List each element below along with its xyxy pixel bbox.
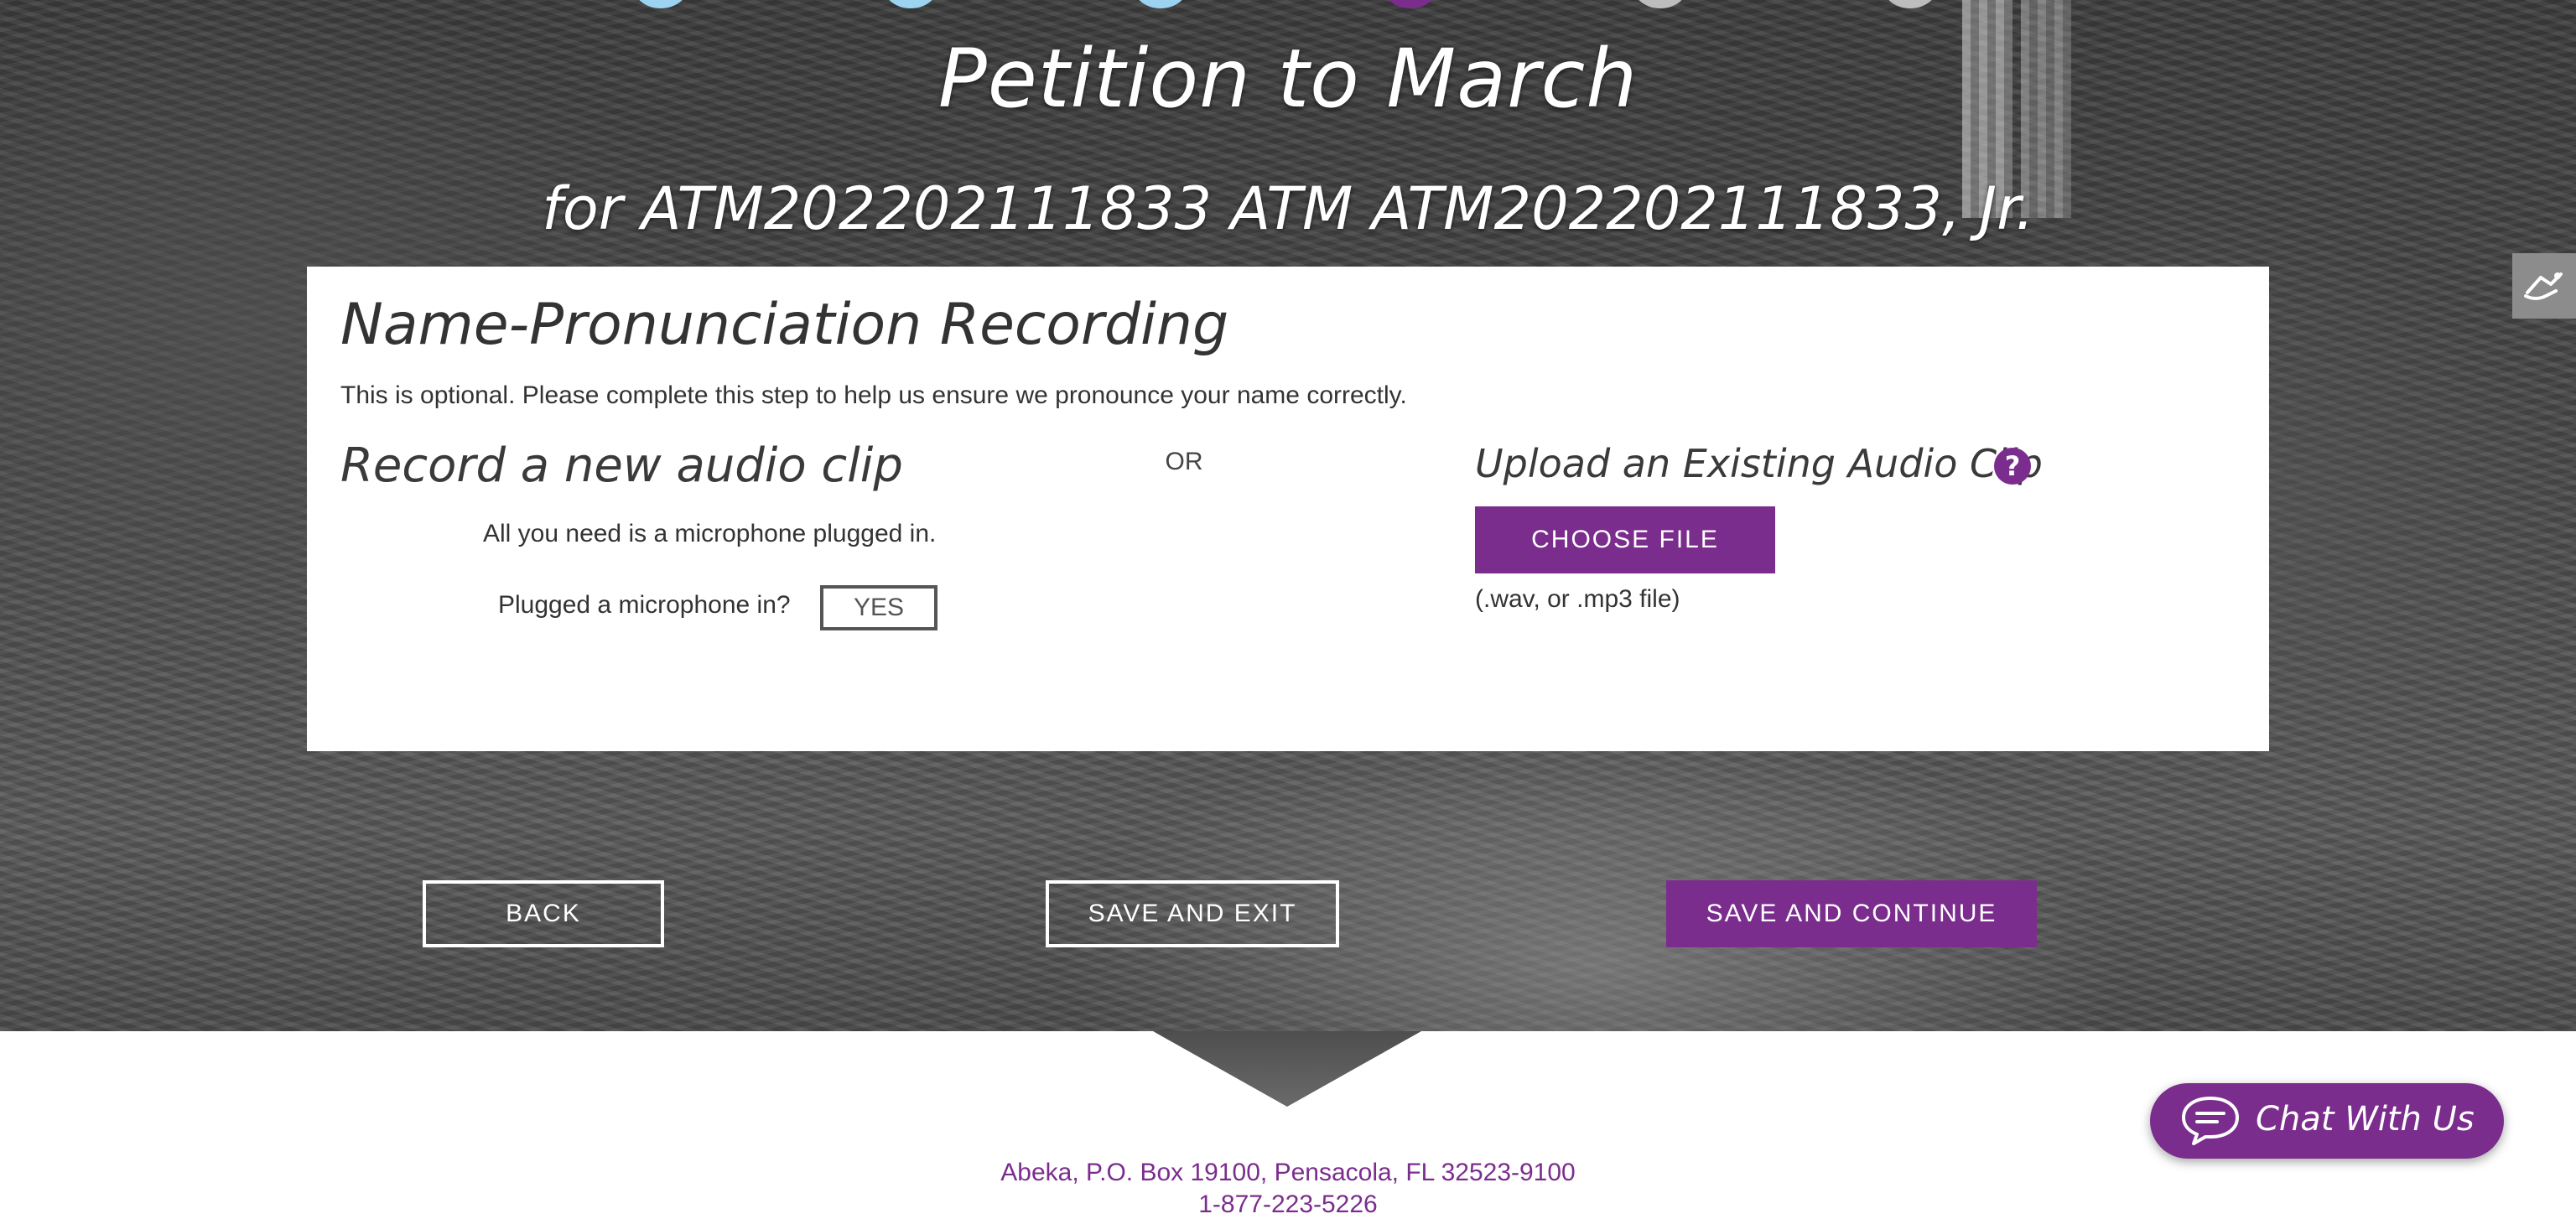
microphone-yes-button[interactable]: YES <box>820 585 937 630</box>
footer-address: Abeka, P.O. Box 19100, Pensacola, FL 325… <box>1000 1159 1576 1186</box>
microphone-hint: All you need is a microphone plugged in. <box>483 520 937 547</box>
chat-with-us-button[interactable]: Chat With Us <box>2150 1083 2504 1159</box>
accessibility-icon <box>2524 272 2563 300</box>
page-subtitle: for ATM202202111833 ATM ATM202202111833,… <box>542 174 2034 243</box>
page-title: Petition to March <box>937 32 1639 126</box>
question-circle-icon[interactable]: ? <box>1994 448 2031 485</box>
chat-label: Chat With Us <box>2256 1100 2475 1139</box>
save-and-exit-button[interactable]: SAVE AND EXIT <box>1046 880 1339 947</box>
recording-card: Name-Pronunciation Recording This is opt… <box>307 267 2269 751</box>
save-and-continue-button[interactable]: SAVE AND CONTINUE <box>1666 880 2037 947</box>
progress-step-dot[interactable] <box>634 0 688 8</box>
footer-notch <box>1153 1031 1421 1107</box>
choose-file-button[interactable]: CHOOSE FILE <box>1475 506 1775 573</box>
section-heading: Name-Pronunciation Recording <box>340 292 1229 358</box>
chat-bubble-icon <box>2182 1097 2239 1145</box>
progress-step-dot-current[interactable] <box>1384 0 1437 8</box>
or-divider: OR <box>1165 448 1203 475</box>
progress-step-dot[interactable] <box>1134 0 1187 8</box>
back-button[interactable]: BACK <box>423 880 664 947</box>
microphone-question: Plugged a microphone in? <box>498 591 791 619</box>
file-type-note: (.wav, or .mp3 file) <box>1475 585 1680 613</box>
progress-step-dot <box>1883 0 1937 8</box>
record-heading: Record a new audio clip <box>340 438 903 493</box>
progress-step-dot[interactable] <box>884 0 937 8</box>
upload-heading: Upload an Existing Audio Clip <box>1475 441 2043 486</box>
footer-phone[interactable]: 1-877-223-5226 <box>0 1190 2576 1219</box>
progress-step-dot <box>1633 0 1687 8</box>
accessibility-tab[interactable] <box>2512 253 2576 319</box>
section-intro: This is optional. Please complete this s… <box>340 381 1407 409</box>
